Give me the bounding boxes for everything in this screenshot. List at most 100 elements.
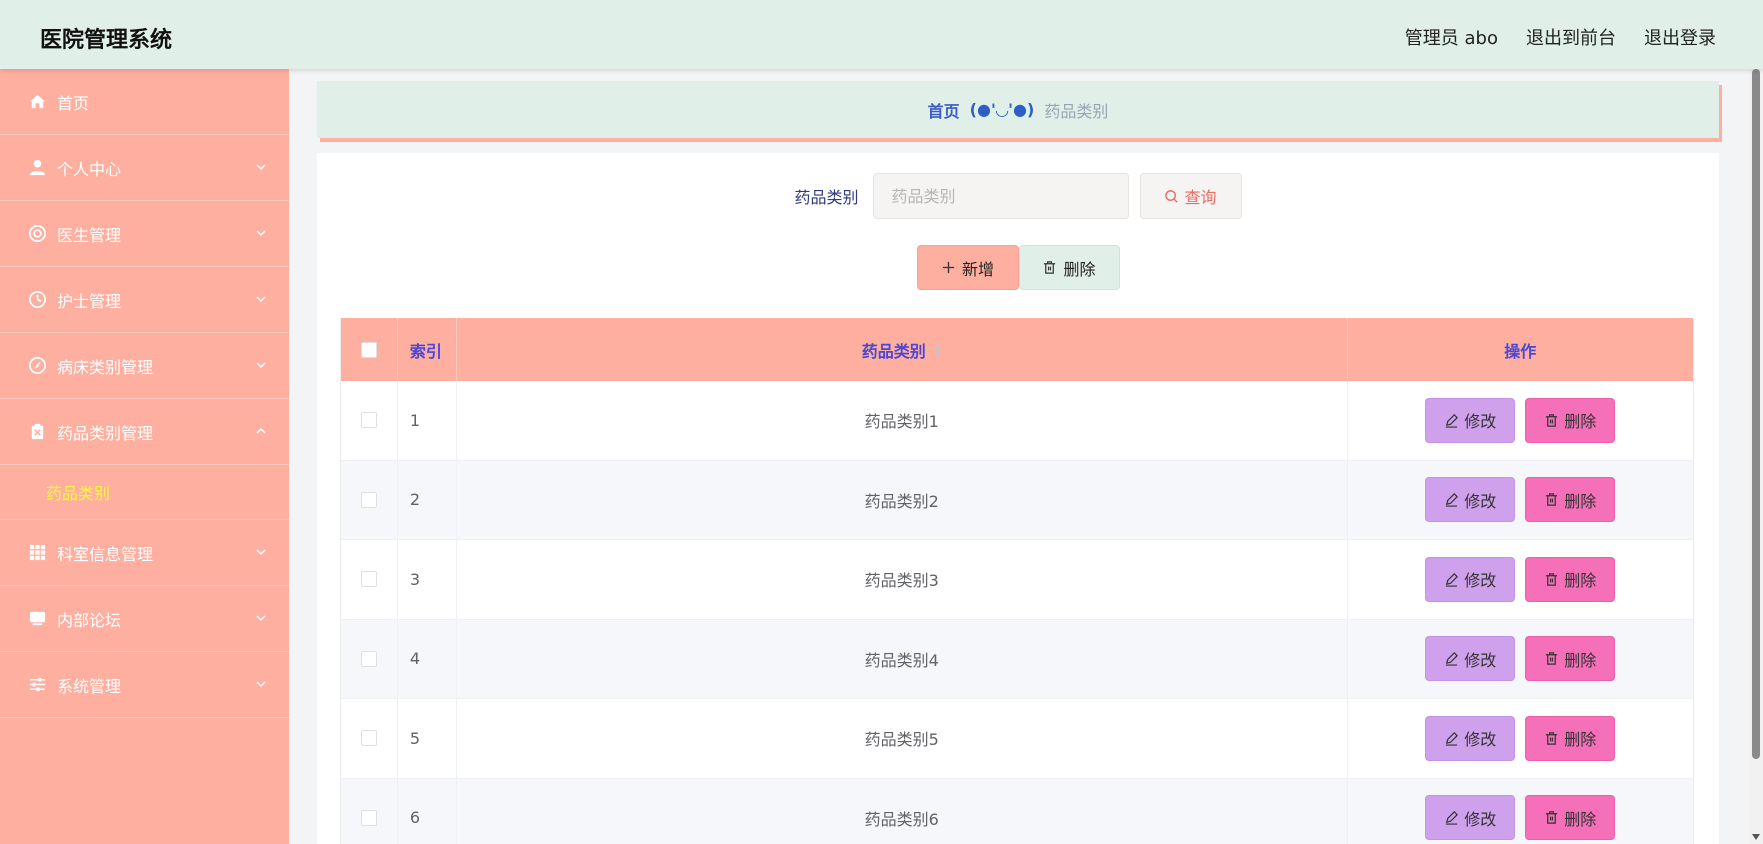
table-body: 1 药品类别1 修改 删除 2 药品类别2 修改 删除 3 药品类别3 修改 删除 4 药品类别4 修改 删除…	[341, 381, 1693, 844]
edit-button[interactable]: 修改	[1425, 397, 1516, 443]
action-bar: 新增 删除	[317, 245, 1719, 290]
row-delete-button[interactable]: 删除	[1525, 477, 1616, 523]
edit-button-label: 修改	[1464, 491, 1497, 511]
row-delete-label: 删除	[1564, 571, 1597, 591]
row-index: 1	[398, 381, 457, 460]
chevron-down-icon	[256, 615, 266, 622]
lifebuoy-icon	[27, 224, 47, 244]
table-row: 3 药品类别3 修改 删除	[341, 540, 1693, 620]
edit-button-label: 修改	[1464, 730, 1497, 750]
row-delete-label: 删除	[1564, 491, 1597, 511]
sidebar-item-doctor[interactable]: 医生管理	[0, 201, 289, 267]
sidebar-item-label: 医生管理	[57, 225, 122, 245]
edit-button[interactable]: 修改	[1425, 636, 1516, 682]
sidebar-item-department[interactable]: 科室信息管理	[0, 520, 289, 586]
submenu-item-medicine-category[interactable]: 药品类别	[0, 465, 289, 520]
trash-icon	[1546, 573, 1558, 586]
row-delete-button[interactable]: 删除	[1525, 715, 1616, 761]
submenu-item-label: 药品类别	[46, 484, 111, 503]
query-button[interactable]: 查询	[1139, 173, 1242, 219]
row-checkbox[interactable]	[360, 809, 377, 826]
forum-icon	[27, 609, 47, 629]
header-actions: 管理员 abo 退出到前台 退出登录	[1405, 24, 1716, 50]
sidebar-item-bed-category[interactable]: 病床类别管理	[0, 333, 289, 399]
batch-delete-button[interactable]: 删除	[1018, 245, 1120, 290]
plus-icon	[942, 261, 955, 274]
row-delete-label: 删除	[1564, 650, 1597, 670]
trash-icon	[1546, 811, 1558, 824]
column-header-category[interactable]: 药品类别	[457, 318, 1348, 381]
admin-user-label: 管理员 abo	[1404, 28, 1498, 49]
row-checkbox[interactable]	[360, 650, 377, 667]
breadcrumb-separator: (●'◡'●)	[969, 100, 1035, 119]
row-delete-button[interactable]: 删除	[1525, 397, 1616, 443]
edit-icon	[1446, 572, 1459, 587]
exit-to-front-link[interactable]: 退出到前台	[1526, 24, 1616, 50]
batch-delete-label: 删除	[1063, 259, 1096, 279]
column-header-index: 索引	[398, 318, 457, 381]
trash-icon	[1546, 414, 1558, 427]
row-index: 3	[398, 540, 457, 619]
row-operations: 修改 删除	[1348, 381, 1693, 460]
row-select-cell	[341, 778, 398, 844]
grid-icon	[27, 543, 47, 563]
edit-icon	[1446, 493, 1459, 507]
sort-icon[interactable]	[933, 344, 942, 355]
row-category: 药品类别2	[457, 460, 1348, 539]
row-checkbox[interactable]	[360, 491, 377, 508]
vertical-scrollbar[interactable]	[1749, 69, 1763, 844]
edit-button[interactable]: 修改	[1425, 477, 1516, 523]
table-row: 2 药品类别2 修改 删除	[341, 460, 1693, 540]
row-operations: 修改 删除	[1348, 540, 1693, 619]
sidebar-item-nurse[interactable]: 护士管理	[0, 267, 289, 333]
row-index: 6	[398, 778, 457, 844]
row-delete-button[interactable]: 删除	[1525, 636, 1616, 682]
row-delete-button[interactable]: 删除	[1525, 556, 1616, 602]
data-table: 索引 药品类别 操作 1 药品类别1 修改 删除 2 药品类别2 修改 删除 3 药品类别3 修改删…	[340, 318, 1694, 844]
row-category: 药品类别3	[457, 540, 1348, 619]
sidebar-item-medicine-category[interactable]: 药品类别管理	[0, 399, 289, 465]
search-icon	[1165, 189, 1179, 203]
chevron-down-icon	[256, 681, 266, 688]
breadcrumb-home[interactable]: 首页	[928, 98, 960, 122]
table-row: 1 药品类别1 修改 删除	[341, 381, 1693, 461]
chevron-down-icon	[256, 549, 266, 556]
main-content: 首页 (●'◡'●) 药品类别 药品类别 查询 新增 删除	[289, 69, 1749, 844]
row-select-cell	[341, 381, 398, 460]
sidebar-item-label: 首页	[57, 93, 90, 113]
sidebar-item-label: 系统管理	[57, 676, 122, 696]
sidebar-item-label: 科室信息管理	[57, 544, 154, 564]
row-checkbox[interactable]	[360, 412, 377, 429]
row-checkbox[interactable]	[360, 571, 377, 588]
sidebar-item-system[interactable]: 系统管理	[0, 652, 289, 718]
table-row: 6 药品类别6 修改 删除	[341, 778, 1693, 844]
edit-button-label: 修改	[1464, 809, 1497, 829]
sidebar-item-label: 药品类别管理	[57, 423, 154, 443]
edit-button[interactable]: 修改	[1425, 795, 1516, 841]
row-index: 5	[398, 699, 457, 778]
sidebar-item-forum[interactable]: 内部论坛	[0, 586, 289, 652]
breadcrumb-current: 药品类别	[1044, 101, 1109, 121]
query-button-label: 查询	[1184, 188, 1217, 207]
sidebar-item-personal-center[interactable]: 个人中心	[0, 135, 289, 201]
add-button[interactable]: 新增	[916, 245, 1019, 290]
scrollbar-thumb[interactable]	[1752, 69, 1760, 759]
sliders-icon	[27, 675, 47, 695]
logout-link[interactable]: 退出登录	[1644, 24, 1716, 50]
select-all-cell	[341, 318, 398, 381]
edit-button-label: 修改	[1464, 650, 1497, 670]
edit-button-label: 修改	[1464, 571, 1497, 591]
column-header-operation: 操作	[1504, 341, 1537, 361]
edit-button[interactable]: 修改	[1425, 556, 1516, 602]
search-input[interactable]	[872, 173, 1129, 219]
table-row: 4 药品类别4 修改 删除	[341, 619, 1693, 699]
row-checkbox[interactable]	[360, 730, 377, 747]
scroll-down-arrow-icon[interactable]	[1752, 834, 1760, 840]
row-delete-button[interactable]: 删除	[1525, 795, 1616, 841]
row-delete-label: 删除	[1564, 730, 1597, 750]
row-select-cell	[341, 540, 398, 619]
edit-button[interactable]: 修改	[1425, 715, 1516, 761]
sidebar-item-home[interactable]: 首页	[0, 69, 289, 135]
select-all-checkbox[interactable]	[360, 341, 377, 358]
sidebar-item-label: 内部论坛	[57, 610, 122, 630]
